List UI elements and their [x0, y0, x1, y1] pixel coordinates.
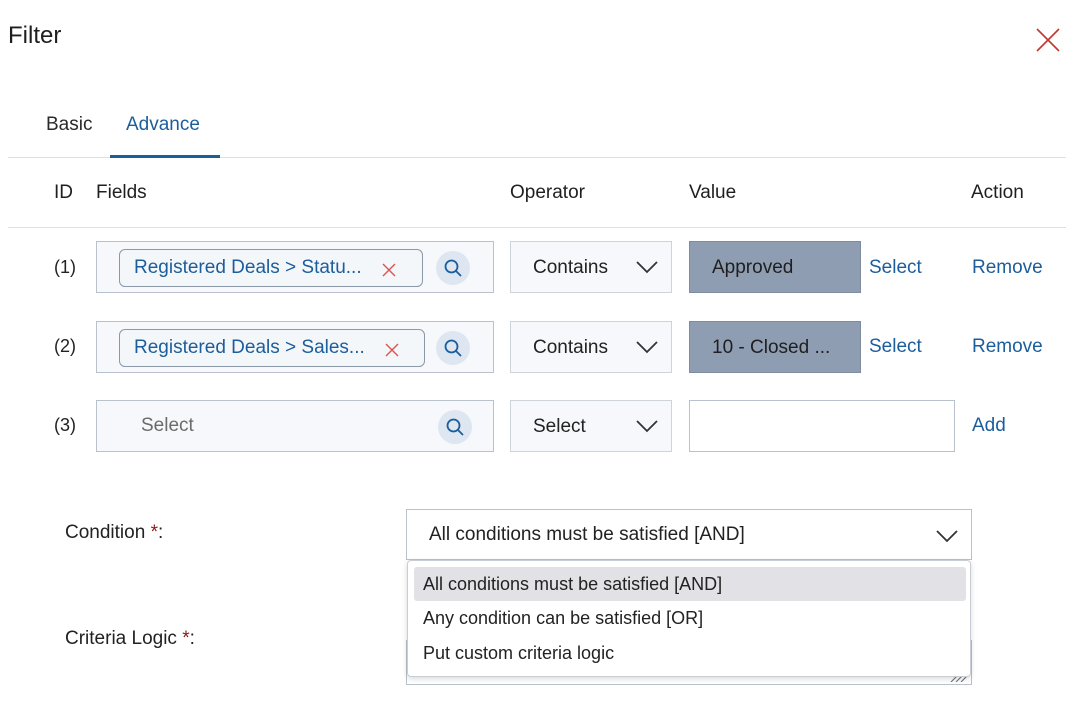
dialog-title: Filter [8, 22, 62, 49]
dropdown-option-custom[interactable]: Put custom criteria logic [414, 636, 966, 670]
remove-chip-icon[interactable] [385, 341, 399, 357]
condition-select[interactable]: All conditions must be satisfied [AND] [406, 509, 972, 560]
chevron-down-icon [636, 341, 658, 354]
condition-label-text: Condition [65, 522, 146, 543]
field-chip-label: Registered Deals > Sales... [134, 337, 365, 358]
column-header-id: ID [54, 182, 73, 203]
label-colon: : [189, 628, 195, 649]
chevron-down-icon [636, 420, 658, 433]
chevron-down-icon [636, 261, 658, 274]
tab-basic[interactable]: Basic [46, 114, 92, 136]
tab-bar: Basic Advance [8, 100, 1066, 158]
operator-value: Contains [533, 337, 608, 358]
value-field[interactable]: Approved [689, 241, 861, 293]
criteria-logic-label: Criteria Logic *: [65, 628, 195, 650]
remove-row-link[interactable]: Remove [972, 336, 1043, 358]
value-text: Approved [712, 257, 794, 278]
value-field[interactable]: 10 - Closed ... [689, 321, 861, 373]
column-header-value: Value [689, 182, 737, 203]
select-value-link[interactable]: Select [869, 336, 922, 358]
remove-row-link[interactable]: Remove [972, 257, 1043, 279]
column-header-fields: Fields [96, 182, 147, 203]
operator-value: Select [533, 416, 586, 437]
row-id: (1) [54, 257, 76, 277]
criteria-logic-label-text: Criteria Logic [65, 628, 177, 649]
field-selector[interactable]: Registered Deals > Sales... [96, 321, 494, 373]
tab-advance[interactable]: Advance [126, 114, 200, 136]
operator-select[interactable]: Select [510, 400, 672, 452]
row-id: (2) [54, 336, 76, 356]
table-header: ID Fields Operator Value Action [8, 158, 1066, 228]
value-input[interactable] [689, 400, 955, 452]
value-text: 10 - Closed ... [712, 337, 831, 358]
search-icon[interactable] [438, 410, 472, 444]
dropdown-option-and[interactable]: All conditions must be satisfied [AND] [414, 567, 966, 601]
required-mark: * [150, 522, 158, 543]
column-header-operator: Operator [510, 182, 585, 203]
dropdown-option-or[interactable]: Any condition can be satisfied [OR] [414, 601, 966, 635]
condition-selected-value: All conditions must be satisfied [AND] [429, 524, 745, 545]
select-value-link[interactable]: Select [869, 257, 922, 279]
operator-select[interactable]: Contains [510, 321, 672, 373]
condition-dropdown-list: All conditions must be satisfied [AND] A… [407, 560, 971, 677]
search-icon[interactable] [436, 331, 470, 365]
operator-value: Contains [533, 257, 608, 278]
close-icon[interactable] [1034, 26, 1062, 54]
operator-select[interactable]: Contains [510, 241, 672, 293]
field-selector[interactable]: Registered Deals > Statu... [96, 241, 494, 293]
column-header-action: Action [971, 182, 1024, 203]
row-id: (3) [54, 415, 76, 435]
field-chip: Registered Deals > Statu... [119, 249, 423, 287]
label-colon: : [157, 522, 164, 543]
required-mark: * [182, 628, 190, 649]
field-placeholder: Select [141, 415, 194, 436]
field-selector[interactable]: Select [96, 400, 494, 452]
remove-chip-icon[interactable] [382, 261, 396, 277]
chevron-down-icon [936, 530, 958, 543]
field-chip: Registered Deals > Sales... [119, 329, 425, 367]
condition-label: Condition *: [65, 522, 163, 544]
add-row-link[interactable]: Add [972, 415, 1006, 437]
search-icon[interactable] [436, 251, 470, 285]
field-chip-label: Registered Deals > Statu... [134, 257, 362, 278]
